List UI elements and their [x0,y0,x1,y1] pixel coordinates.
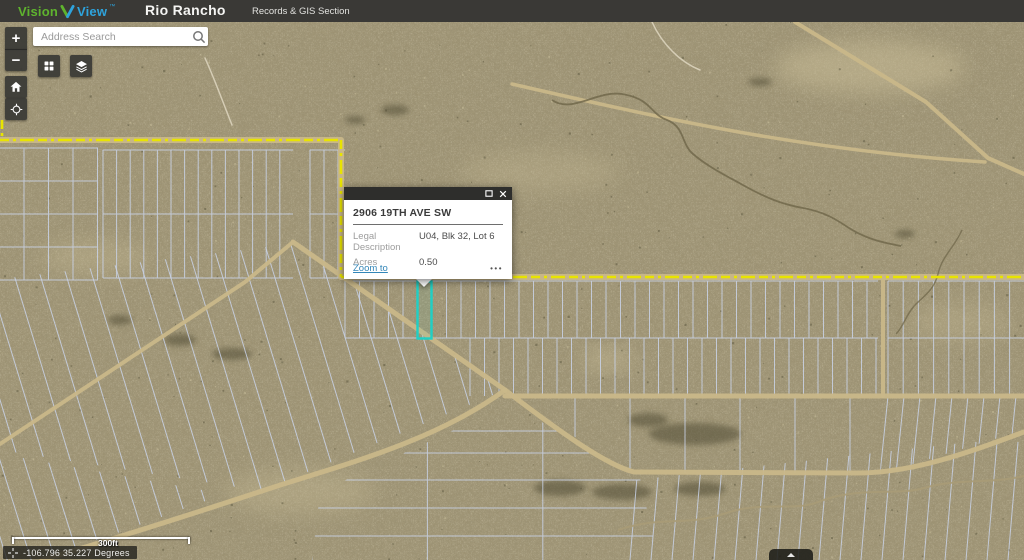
attribution-expand-tab[interactable] [769,549,813,560]
coordinates-display: -106.796 35.227 Degrees [3,546,137,559]
section-subtitle: Records & GIS Section [252,6,350,17]
attribute-label: Legal Description [353,231,419,253]
close-icon[interactable] [499,190,507,198]
basemap-gallery-button[interactable] [38,55,60,77]
brand-view-text: View [77,4,107,19]
popup-body: 2906 19TH AVE SW Legal Description U04, … [344,200,512,279]
popup-pointer [416,279,432,287]
feature-popup: 2906 19TH AVE SW Legal Description U04, … [344,187,512,279]
more-options-button[interactable]: ••• [490,264,503,273]
selected-parcel-highlight[interactable] [418,282,432,339]
grid-icon [42,59,56,73]
attribute-value: U04, Blk 32, Lot 6 [419,231,495,253]
zoom-out-button[interactable]: − [5,49,27,71]
locate-icon [9,102,24,117]
zoom-to-link[interactable]: Zoom to [353,263,388,274]
map-canvas[interactable] [0,22,1024,560]
home-extent-button[interactable] [5,76,27,98]
zoom-out-glyph: − [12,52,21,69]
popup-header[interactable] [344,187,512,200]
home-icon [9,80,23,94]
find-my-location-button[interactable] [5,98,27,120]
popup-footer: Zoom to ••• [353,263,503,274]
crosshair-icon [8,548,18,558]
brand-logo: Vision View ™ [18,0,115,22]
page-title: Rio Rancho [145,2,226,18]
maximize-icon[interactable] [485,190,493,197]
scale-bar-tick [188,537,190,544]
zoom-in-button[interactable]: + [5,27,27,49]
search-icon[interactable] [190,28,208,46]
expand-caret-icon [787,553,795,557]
coordinates-text: -106.796 35.227 Degrees [23,548,130,558]
address-search-box [33,27,208,46]
layers-button[interactable] [70,55,92,77]
popup-title: 2906 19TH AVE SW [353,207,503,219]
scale-bar-tick [12,537,14,544]
zoom-in-glyph: + [12,30,21,47]
brand-vision-text: Vision [18,4,58,19]
vision-view-logo-icon [60,4,75,19]
search-input[interactable] [33,31,190,43]
layers-icon [74,59,89,74]
brand-trademark: ™ [109,4,115,10]
application-window: Vision View ™ Rio Rancho Records & GIS S… [0,0,1024,560]
top-bar: Vision View ™ Rio Rancho Records & GIS S… [0,0,1024,22]
attribute-row: Legal Description U04, Blk 32, Lot 6 [353,231,503,253]
popup-divider [353,224,503,225]
